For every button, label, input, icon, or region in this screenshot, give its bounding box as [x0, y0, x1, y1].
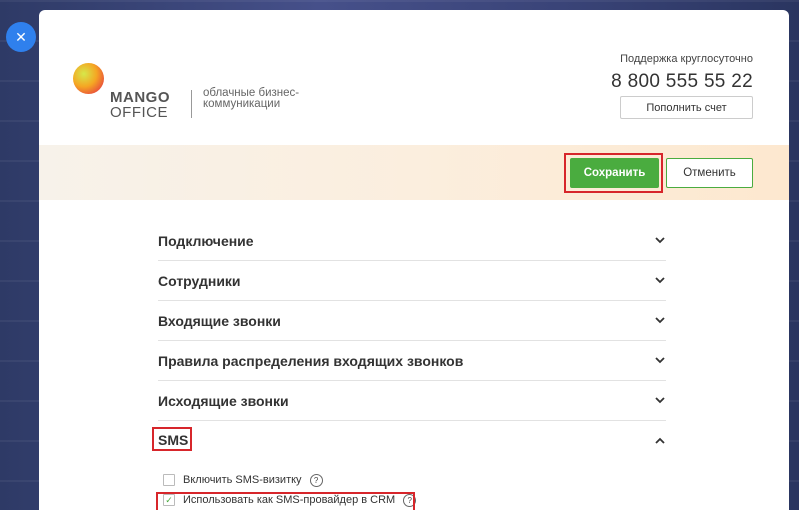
option-label: Включить SMS-визитку	[183, 474, 302, 486]
brand-wordmark: MANGO OFFICE	[110, 90, 170, 120]
section-label: Сотрудники	[158, 272, 241, 289]
section-sms[interactable]: SMS	[152, 421, 666, 460]
modal-header: MANGO OFFICE облачные бизнес-коммуникаци…	[39, 10, 789, 145]
support-phone: 8 800 555 55 22	[611, 71, 753, 92]
section-connection[interactable]: Подключение	[158, 221, 666, 261]
chevron-down-icon	[654, 235, 666, 247]
brand-line2: OFFICE	[110, 104, 168, 121]
chevron-down-icon	[654, 355, 666, 367]
close-button[interactable]: ✕	[6, 22, 36, 52]
section-label: Входящие звонки	[158, 312, 281, 329]
cancel-button[interactable]: Отменить	[666, 158, 753, 188]
save-button[interactable]: Сохранить	[570, 158, 659, 188]
sms-highlight-frame	[152, 426, 192, 451]
section-incoming-calls[interactable]: Входящие звонки	[158, 301, 666, 341]
help-icon[interactable]: ?	[309, 473, 323, 487]
support-block: Поддержка круглосуточно 8 800 555 55 22	[611, 53, 753, 93]
section-label: Подключение	[158, 232, 254, 249]
crm-option-highlight-frame	[156, 492, 415, 510]
brand-line1: MANGO	[110, 89, 170, 106]
chevron-down-icon	[654, 395, 666, 407]
option-sms-card: Включить SMS-визитку ?	[163, 470, 416, 490]
brand-divider	[191, 90, 192, 118]
close-icon: ✕	[15, 28, 27, 45]
chevron-up-icon	[654, 435, 666, 447]
section-label: Исходящие звонки	[158, 392, 289, 409]
action-toolbar: Сохранить Отменить	[39, 145, 789, 200]
chevron-down-icon	[654, 315, 666, 327]
section-routing-rules[interactable]: Правила распределения входящих звонков	[158, 341, 666, 381]
section-label: Правила распределения входящих звонков	[158, 352, 464, 369]
support-label: Поддержка круглосуточно	[620, 53, 753, 65]
sms-card-checkbox[interactable]	[163, 474, 175, 486]
settings-accordion: Подключение Сотрудники Входящие звонки П…	[152, 221, 666, 460]
mango-logo-icon	[73, 63, 104, 94]
topup-button[interactable]: Пополнить счет	[620, 96, 753, 119]
sms-label-highlight: SMS	[152, 426, 192, 451]
brand-tagline: облачные бизнес-коммуникации	[203, 87, 300, 110]
section-employees[interactable]: Сотрудники	[158, 261, 666, 301]
chevron-down-icon	[654, 275, 666, 287]
sms-options: Включить SMS-визитку ? ✓ Использовать ка…	[156, 470, 417, 510]
section-outgoing-calls[interactable]: Исходящие звонки	[158, 381, 666, 421]
settings-modal: MANGO OFFICE облачные бизнес-коммуникаци…	[39, 10, 789, 510]
